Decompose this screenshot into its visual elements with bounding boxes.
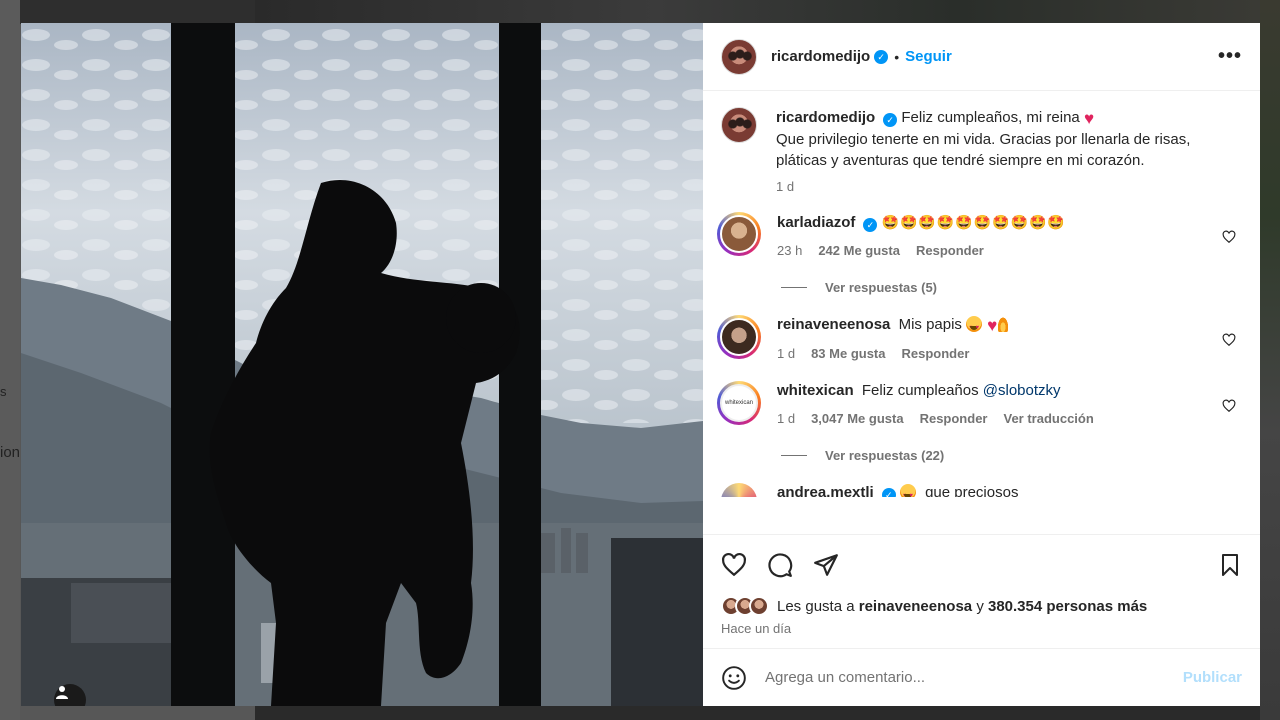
- post-actions-bar: [703, 534, 1260, 594]
- view-replies-button[interactable]: Ver respuestas (22): [781, 448, 1242, 463]
- author-avatar[interactable]: [721, 107, 757, 143]
- reply-button[interactable]: Responder: [902, 346, 970, 361]
- share-icon[interactable]: [813, 552, 839, 578]
- verified-icon: ✓: [874, 49, 889, 64]
- heart-emoji-icon: ♥: [1083, 109, 1095, 128]
- avatar-thumb-text: whitexican: [720, 384, 758, 422]
- likes-connector: y: [976, 597, 984, 615]
- bookmark-icon[interactable]: [1218, 552, 1242, 578]
- commenter-avatar[interactable]: whitexican: [717, 381, 761, 425]
- comment-input[interactable]: [765, 669, 1183, 686]
- comment-time: 1 d: [777, 411, 796, 426]
- mention-link[interactable]: @slobotzky: [983, 382, 1061, 399]
- likes-prefix: Les gusta a: [777, 597, 855, 615]
- heart-emoji-icon: ♥: [987, 316, 998, 335]
- heart-eyes-emoji-icon: [899, 484, 916, 497]
- comment-time: 1 d: [777, 346, 796, 361]
- post-image[interactable]: [21, 23, 703, 706]
- more-options-button[interactable]: •••: [1218, 45, 1242, 68]
- commenter-avatar[interactable]: [717, 315, 761, 359]
- comments-list[interactable]: ricardomedijo ✓ Feliz cumpleaños, mi rein…: [703, 91, 1260, 534]
- translate-button[interactable]: Ver traducción: [1003, 411, 1093, 426]
- comment-heart-icon[interactable]: [1222, 399, 1236, 413]
- post-photo-illustration: [21, 23, 703, 706]
- background-text-fragment: s: [0, 384, 7, 399]
- comment-icon[interactable]: [767, 552, 793, 578]
- comment-text: Feliz cumpleaños: [861, 382, 979, 399]
- comment-text: Mis papis: [898, 316, 962, 333]
- comment-time: 23 h: [777, 243, 803, 258]
- post-header: ricardomedijo ✓ • Seguir •••: [703, 23, 1260, 91]
- post-panel: ricardomedijo ✓ • Seguir ••• ricardomedi…: [703, 23, 1260, 706]
- commenter-username[interactable]: karladiazof: [777, 214, 855, 231]
- verified-icon: ✓: [881, 488, 896, 497]
- fire-emoji-icon: [997, 316, 1010, 332]
- reply-button[interactable]: Responder: [916, 243, 984, 258]
- author-username[interactable]: ricardomedijo: [771, 48, 870, 65]
- backdrop-right-strip: [1260, 0, 1280, 720]
- caption-first-line: Feliz cumpleaños, mi reina: [901, 109, 1080, 126]
- likes-summary: Les gusta a reinaveneenosa y 380.354 per…: [703, 594, 1260, 618]
- caption-time: 1 d: [776, 179, 795, 194]
- commenter-avatar[interactable]: [717, 212, 761, 256]
- post-caption: ricardomedijo ✓ Feliz cumpleaños, mi rein…: [721, 107, 1242, 194]
- background-text-fragment: ion: [0, 444, 21, 461]
- view-replies-button[interactable]: Ver respuestas (5): [781, 280, 1242, 295]
- caption-body: Que privilegio tenerte en mi vida. Graci…: [776, 131, 1191, 169]
- view-replies-label: Ver respuestas (5): [825, 280, 938, 295]
- commenter-username[interactable]: reinaveneenosa: [777, 316, 890, 333]
- comment-text: que preciosos: [925, 484, 1019, 497]
- verified-icon: ✓: [863, 218, 878, 232]
- comment-likes[interactable]: 242 Me gusta: [818, 243, 900, 258]
- verified-icon: ✓: [883, 113, 898, 127]
- follow-button[interactable]: Seguir: [905, 48, 952, 65]
- likes-user[interactable]: reinaveneenosa: [859, 598, 972, 615]
- likes-count[interactable]: 380.354 personas más: [988, 598, 1147, 615]
- comment-heart-icon[interactable]: [1222, 333, 1236, 347]
- comment-item: reinaveneenosa Mis papis ♥ 1 d 83 Me gus…: [717, 315, 1242, 361]
- backdrop-top-strip: [255, 0, 1260, 24]
- comment-likes[interactable]: 3,047 Me gusta: [811, 411, 904, 426]
- separator-dot: •: [894, 48, 900, 65]
- view-replies-label: Ver respuestas (22): [825, 448, 945, 463]
- add-comment-bar: Publicar: [703, 648, 1260, 706]
- comment-item: andrea.mextli ✓ que preciosos: [721, 483, 1242, 497]
- comment-item: karladiazof ✓ 🤩🤩🤩🤩🤩🤩🤩🤩🤩🤩 23 h 242 Me gust…: [717, 212, 1242, 258]
- comment-item: whitexican whitexican Feliz cumpleaños @…: [717, 381, 1242, 426]
- comment-heart-icon[interactable]: [1222, 230, 1236, 244]
- backdrop-bottom-strip: [255, 706, 1260, 720]
- replies-divider: [781, 287, 807, 288]
- publish-button[interactable]: Publicar: [1183, 669, 1242, 686]
- emoji-icon[interactable]: [721, 665, 747, 691]
- caption-username[interactable]: ricardomedijo: [776, 109, 875, 126]
- reply-button[interactable]: Responder: [920, 411, 988, 426]
- comment-text: 🤩🤩🤩🤩🤩🤩🤩🤩🤩🤩: [881, 214, 1066, 230]
- comment-likes[interactable]: 83 Me gusta: [811, 346, 885, 361]
- author-avatar[interactable]: [721, 38, 757, 75]
- heart-eyes-emoji-icon: [966, 316, 983, 338]
- heart-icon[interactable]: [721, 552, 747, 578]
- post-time: Hace un día: [721, 621, 792, 636]
- commenter-username[interactable]: whitexican: [777, 382, 854, 399]
- commenter-username[interactable]: andrea.mextli: [777, 484, 874, 497]
- liker-avatars: [721, 596, 769, 616]
- replies-divider: [781, 455, 807, 456]
- commenter-avatar[interactable]: [721, 483, 757, 497]
